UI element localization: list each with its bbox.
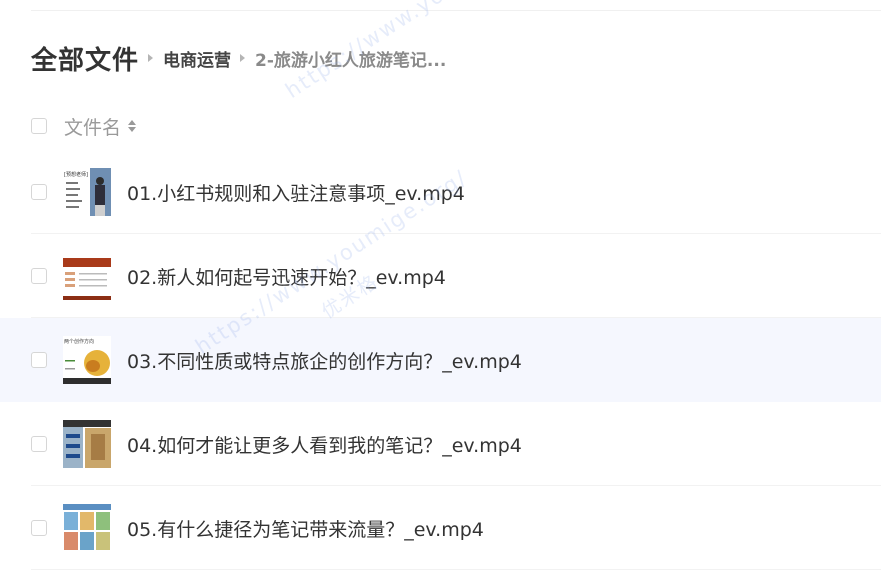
sort-icon[interactable] [128,120,137,132]
file-name[interactable]: 03.不同性质或特点旅企的创作方向？_ev.mp4 [127,347,522,374]
file-row[interactable]: 05.有什么捷径为笔记带来流量？_ev.mp4 [0,486,881,570]
breadcrumb-separator-icon [148,54,154,62]
breadcrumb-separator-icon [240,54,246,62]
breadcrumb-item-current-folder: 2-旅游小红人旅游笔记... [255,50,447,71]
file-name[interactable]: 04.如何才能让更多人看到我的笔记？_ev.mp4 [127,431,522,458]
file-row[interactable]: [预想老师] 01.小红书规则和入驻注意事项_ev.mp4 [0,150,881,234]
video-thumbnail[interactable] [63,420,111,468]
file-row[interactable]: 两个创作方向 03.不同性质或特点旅企的创作方向？_ev.mp4 [0,318,881,402]
thumbnail-caption: [预想老师] [64,171,88,178]
video-thumbnail[interactable]: 两个创作方向 [63,336,111,384]
file-name[interactable]: 02.新人如何起号迅速开始？_ev.mp4 [127,263,446,290]
file-list-header: 文件名 [31,110,137,142]
file-checkbox[interactable] [31,268,47,284]
file-checkbox[interactable] [31,436,47,452]
file-checkbox[interactable] [31,352,47,368]
file-name[interactable]: 05.有什么捷径为笔记带来流量？_ev.mp4 [127,515,484,542]
breadcrumb: 全部文件 电商运营 2-旅游小红人旅游笔记... [31,38,446,78]
top-divider [31,10,881,11]
file-checkbox[interactable] [31,520,47,536]
file-list: [预想老师] 01.小红书规则和入驻注意事项_ev.mp4 02.新人如何起号迅… [0,150,881,570]
file-row[interactable]: 02.新人如何起号迅速开始？_ev.mp4 [0,234,881,318]
breadcrumb-item-ecommerce[interactable]: 电商运营 [163,46,231,71]
video-thumbnail[interactable]: [预想老师] [63,168,111,216]
video-thumbnail[interactable] [63,252,111,300]
file-checkbox[interactable] [31,184,47,200]
select-all-checkbox[interactable] [31,118,47,134]
thumbnail-caption: 两个创作方向 [64,338,94,345]
video-thumbnail[interactable] [63,504,111,552]
breadcrumb-root-all-files[interactable]: 全部文件 [31,40,139,77]
column-header-filename[interactable]: 文件名 [64,113,121,140]
file-name[interactable]: 01.小红书规则和入驻注意事项_ev.mp4 [127,179,465,206]
file-row[interactable]: 04.如何才能让更多人看到我的笔记？_ev.mp4 [0,402,881,486]
